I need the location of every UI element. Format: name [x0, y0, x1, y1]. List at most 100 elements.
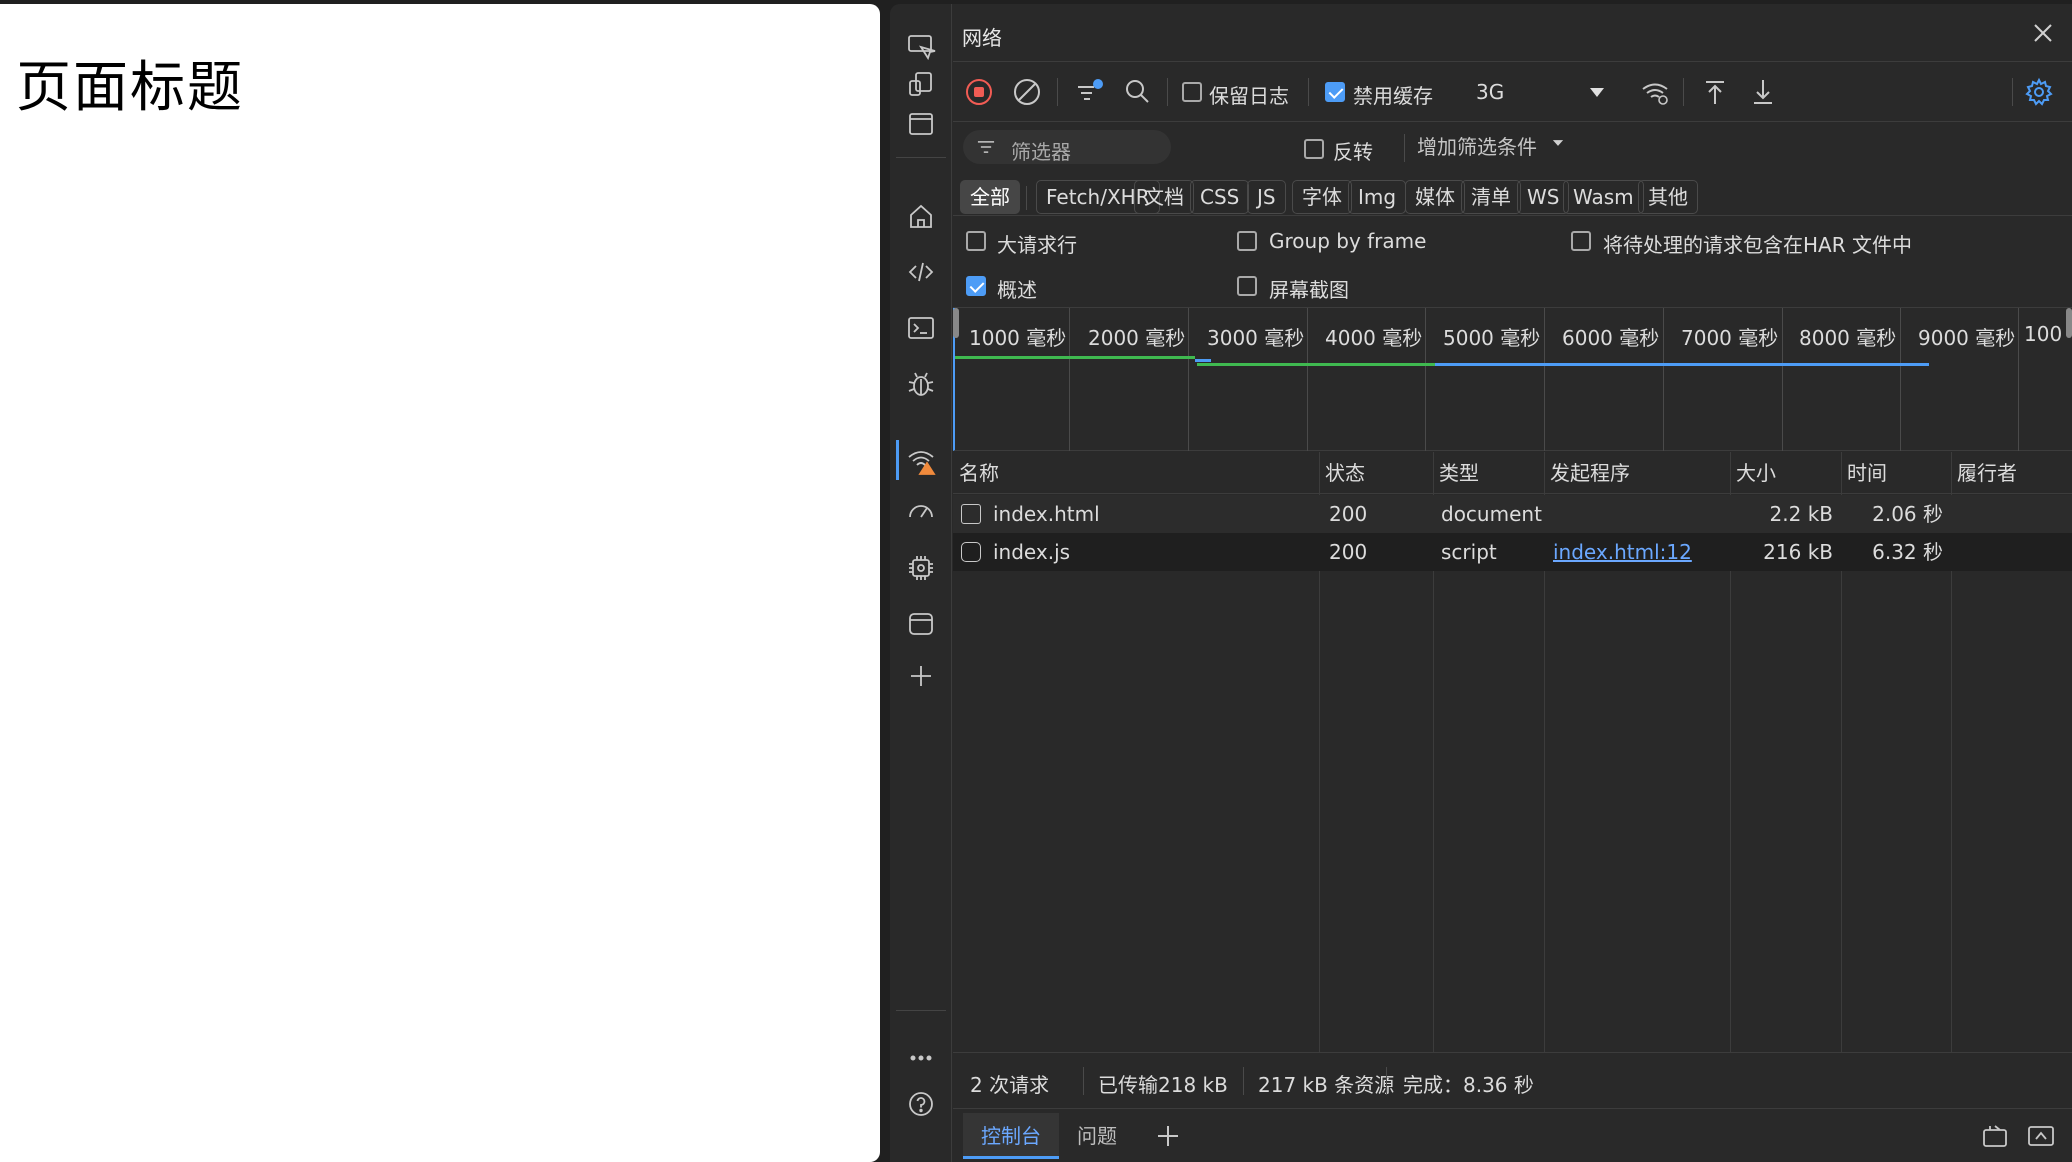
- download-icon: [1754, 80, 1772, 104]
- activity-divider-bottom: [896, 1010, 946, 1011]
- finish-time: 完成：8.36 秒: [1403, 1073, 1534, 1097]
- console-icon[interactable]: [903, 310, 939, 346]
- column-header-size[interactable]: 大小: [1730, 452, 1776, 494]
- record-stop-icon: [966, 79, 992, 105]
- filter-placeholder: 筛选器: [1011, 140, 1071, 164]
- overview-left-handle[interactable]: [953, 308, 959, 338]
- type-filter-css[interactable]: CSS: [1190, 180, 1250, 214]
- tab-issues[interactable]: 问题: [1059, 1113, 1135, 1159]
- upload-icon: [1706, 81, 1724, 104]
- invert-checkbox[interactable]: [1304, 139, 1324, 159]
- panel-title: 网络: [962, 26, 1002, 50]
- request-type: script: [1441, 540, 1497, 564]
- record-button[interactable]: [961, 74, 997, 110]
- document-icon: [961, 504, 981, 524]
- throttling-dropdown-button[interactable]: [1579, 74, 1615, 110]
- request-status: 200: [1329, 540, 1368, 564]
- type-filter-img[interactable]: Img: [1348, 180, 1407, 214]
- network-conditions-button[interactable]: [1637, 74, 1673, 110]
- table-header: 名称 状态 类型 发起程序 大小 时间 履行者: [953, 452, 2072, 494]
- request-name[interactable]: index.js: [993, 533, 1070, 571]
- overview-label: 概述: [997, 278, 1037, 302]
- help-icon[interactable]: [903, 1086, 939, 1122]
- debugger-icon[interactable]: [903, 366, 939, 402]
- overview-right-handle[interactable]: [2066, 308, 2072, 338]
- application-icon[interactable]: [903, 606, 939, 642]
- filter-input[interactable]: 筛选器: [963, 130, 1171, 164]
- table-row[interactable]: index.html 200 document 2.2 kB 2.06 秒: [953, 495, 2072, 533]
- screenshots-checkbox[interactable]: [1237, 276, 1257, 296]
- overview-waiting-bar: [955, 356, 1195, 359]
- wifi-settings-icon: [1642, 83, 1668, 105]
- network-overview[interactable]: 1000 毫秒 2000 毫秒 3000 毫秒 4000 毫秒 5000 毫秒 …: [953, 308, 2072, 451]
- export-har-button[interactable]: [1745, 74, 1781, 110]
- column-header-name[interactable]: 名称: [953, 452, 999, 494]
- activity-bar: [890, 4, 952, 1162]
- type-filter-doc[interactable]: 文档: [1134, 180, 1194, 214]
- inspect-element-icon[interactable]: [903, 28, 939, 64]
- overview-download-bar: [1435, 363, 1929, 366]
- filter-bar: 筛选器 反转 增加筛选条件: [953, 122, 2072, 172]
- type-filter-ws[interactable]: WS: [1517, 180, 1570, 214]
- dock-drawer-icon[interactable]: [1980, 1121, 2010, 1151]
- request-initiator-link[interactable]: index.html:12: [1553, 533, 1692, 571]
- tab-console[interactable]: 控制台: [963, 1113, 1059, 1159]
- network-panel: 网络 保留日志 禁用缓存 3G 筛选器 反转 增加筛选条件 全部 Fetch/X…: [953, 4, 2072, 1162]
- memory-icon[interactable]: [903, 550, 939, 586]
- page-preview: 页面标题: [0, 4, 880, 1162]
- column-header-time[interactable]: 时间: [1841, 452, 1887, 494]
- active-tool-indicator: [896, 440, 899, 480]
- group-by-frame-checkbox[interactable]: [1237, 231, 1257, 251]
- overview-tick-label: 4000 毫秒: [1325, 326, 1423, 350]
- request-status: 200: [1329, 502, 1368, 526]
- clear-icon: [1014, 79, 1040, 105]
- initiator-link[interactable]: index.html:12: [1553, 540, 1692, 564]
- type-filter-media[interactable]: 媒体: [1405, 180, 1465, 214]
- type-filter-wasm[interactable]: Wasm: [1563, 180, 1644, 214]
- type-filter-all[interactable]: 全部: [960, 180, 1020, 214]
- more-tools-add-icon[interactable]: [903, 658, 939, 694]
- type-filter-other[interactable]: 其他: [1638, 180, 1698, 214]
- column-header-initiator[interactable]: 发起程序: [1544, 452, 1630, 494]
- filter-toggle-button[interactable]: [1071, 74, 1107, 110]
- preserve-log-checkbox[interactable]: [1182, 82, 1202, 102]
- requests-table: 名称 状态 类型 发起程序 大小 时间 履行者 index.html 200 d…: [953, 452, 2072, 1052]
- overview-tick-label: 100: [2024, 322, 2063, 346]
- har-pending-checkbox[interactable]: [1571, 231, 1591, 251]
- type-filter-font[interactable]: 字体: [1292, 180, 1352, 214]
- collapse-drawer-icon[interactable]: [2026, 1121, 2056, 1151]
- close-button[interactable]: [2028, 18, 2058, 48]
- home-icon[interactable]: [903, 198, 939, 234]
- column-header-type[interactable]: 类型: [1433, 452, 1479, 494]
- clear-button[interactable]: [1009, 74, 1045, 110]
- more-filters-dropdown[interactable]: 增加筛选条件: [1417, 131, 1537, 160]
- performance-icon[interactable]: [903, 494, 939, 530]
- big-rows-checkbox[interactable]: [966, 231, 986, 251]
- overview-download-bar: [1195, 359, 1211, 362]
- overview-checkbox[interactable]: [966, 276, 986, 296]
- column-header-status[interactable]: 状态: [1319, 452, 1365, 494]
- request-name[interactable]: index.html: [993, 495, 1100, 533]
- more-filters-caret-icon[interactable]: [1547, 132, 1569, 154]
- elements-icon[interactable]: [903, 254, 939, 290]
- device-emulation-icon[interactable]: [903, 66, 939, 102]
- overview-waiting-bar: [1197, 363, 1435, 366]
- type-filter-manifest[interactable]: 清单: [1461, 180, 1521, 214]
- activity-divider: [896, 157, 946, 158]
- network-status-bar: 2 次请求 已传输218 kB 217 kB 条资源 完成：8.36 秒: [953, 1052, 2072, 1108]
- table-row[interactable]: index.js 200 script index.html:12 216 kB…: [953, 533, 2072, 571]
- more-options-icon[interactable]: [903, 1040, 939, 1076]
- network-settings-button[interactable]: [2021, 74, 2057, 110]
- window-icon[interactable]: [903, 106, 939, 142]
- add-tab-icon[interactable]: [1153, 1121, 1183, 1151]
- disable-cache-checkbox[interactable]: [1325, 82, 1345, 102]
- overview-tick-label: 8000 毫秒: [1799, 326, 1897, 350]
- import-har-button[interactable]: [1697, 74, 1733, 110]
- disable-cache-label: 禁用缓存: [1353, 84, 1433, 108]
- type-filter-js[interactable]: JS: [1247, 180, 1286, 214]
- network-warning-icon[interactable]: [903, 442, 939, 478]
- search-button[interactable]: [1119, 74, 1155, 110]
- overview-tick-label: 6000 毫秒: [1562, 326, 1660, 350]
- column-header-fulfilled-by[interactable]: 履行者: [1951, 452, 2017, 494]
- throttling-select[interactable]: 3G: [1476, 80, 1504, 104]
